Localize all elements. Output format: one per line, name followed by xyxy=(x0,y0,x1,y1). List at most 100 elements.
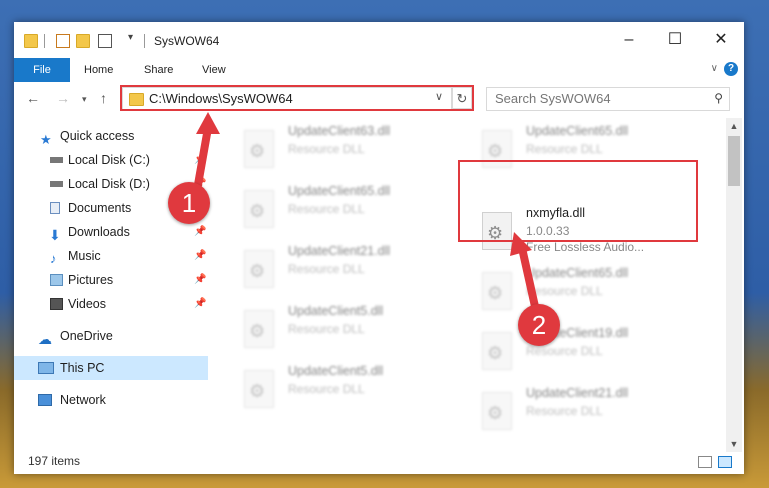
search-placeholder: Search SysWOW64 xyxy=(495,91,611,106)
file-type: Resource DLL xyxy=(526,344,603,358)
sidebar-item-downloads[interactable]: ⬇ Downloads 📌 xyxy=(14,220,208,244)
address-highlight-box xyxy=(120,85,474,111)
file-type: Resource DLL xyxy=(288,262,365,276)
computer-icon xyxy=(38,362,54,374)
sidebar-item-quick-access[interactable]: ★ Quick access xyxy=(14,124,208,148)
maximize-button[interactable]: ☐ xyxy=(652,22,698,58)
up-button[interactable]: ↑ xyxy=(100,90,107,106)
pin-icon[interactable]: 📌 xyxy=(194,292,206,316)
window-title: SysWOW64 xyxy=(154,34,220,48)
help-icon[interactable]: ? xyxy=(724,62,738,76)
network-icon xyxy=(38,394,52,406)
dll-file-icon: ⚙ xyxy=(244,250,274,288)
cloud-icon: ☁ xyxy=(38,331,52,347)
separator xyxy=(44,34,45,48)
separator xyxy=(144,34,145,48)
tab-home[interactable]: Home xyxy=(84,58,113,82)
dll-file-icon: ⚙ xyxy=(244,190,274,228)
file-item[interactable]: ⚙ UpdateClient21.dll Resource DLL xyxy=(236,242,446,294)
file-name: UpdateClient65.dll xyxy=(288,184,391,198)
dll-file-icon: ⚙ xyxy=(244,370,274,408)
file-name: UpdateClient21.dll xyxy=(288,244,391,258)
tab-share[interactable]: Share xyxy=(144,58,173,82)
star-icon: ★ xyxy=(40,132,52,147)
file-item[interactable]: ⚙ UpdateClient21.dll Resource DLL xyxy=(474,384,684,436)
folder-icon xyxy=(24,34,38,48)
search-icon: ⚲ xyxy=(714,91,723,105)
file-type: Resource DLL xyxy=(526,284,603,298)
file-description: Free Lossless Audio... xyxy=(526,240,645,254)
tab-view[interactable]: View xyxy=(202,58,226,82)
item-count: 197 items xyxy=(28,454,81,468)
file-type: Resource DLL xyxy=(526,142,603,156)
music-icon: ♪ xyxy=(50,251,57,266)
file-name: UpdateClient21.dll xyxy=(526,386,629,400)
sidebar-item-label: Local Disk (C:) xyxy=(68,153,150,167)
search-input[interactable]: Search SysWOW64 ⚲ xyxy=(486,87,730,111)
sidebar-item-label: Music xyxy=(68,249,101,263)
file-item[interactable]: ⚙ UpdateClient19.dll Resource DLL xyxy=(474,324,684,376)
file-name: UpdateClient5.dll xyxy=(288,304,384,318)
sidebar-item-label: This PC xyxy=(60,361,105,375)
sidebar-item-pictures[interactable]: Pictures 📌 xyxy=(14,268,208,292)
sidebar-item-onedrive[interactable]: ☁ OneDrive xyxy=(14,324,208,348)
sidebar-item-label: Documents xyxy=(68,201,132,215)
minimize-button[interactable]: – xyxy=(606,22,652,58)
new-folder-icon[interactable] xyxy=(76,34,90,48)
sidebar-item-this-pc[interactable]: This PC xyxy=(14,356,208,380)
details-view-icon[interactable] xyxy=(698,456,712,468)
tab-file[interactable]: File xyxy=(14,58,70,82)
sidebar-item-label: Downloads xyxy=(68,225,130,239)
ribbon: File Home Share View ∨ ? xyxy=(14,58,744,83)
drive-icon xyxy=(50,181,63,187)
status-bar: 197 items xyxy=(14,452,744,474)
close-button[interactable]: ✕ xyxy=(698,22,744,58)
videos-icon xyxy=(50,298,63,310)
step-badge-two: 2 xyxy=(518,304,560,346)
navigation-bar: ← → ▾ ↑ C:\Windows\SysWOW64 ∨ ↻ Search S… xyxy=(14,82,744,118)
dll-file-icon: ⚙ xyxy=(482,332,512,370)
scroll-thumb[interactable] xyxy=(728,136,740,186)
file-type: Resource DLL xyxy=(288,142,365,156)
title-bar: ▾ SysWOW64 – ☐ ✕ xyxy=(14,22,744,58)
file-item[interactable]: ⚙ UpdateClient63.dll Resource DLL xyxy=(236,122,446,174)
sidebar-item-local-disk-c[interactable]: Local Disk (C:) 📌 xyxy=(14,148,208,172)
sidebar-item-label: OneDrive xyxy=(60,329,113,343)
dll-file-icon: ⚙ xyxy=(244,130,274,168)
scroll-down-icon[interactable]: ▼ xyxy=(726,436,742,452)
sidebar-item-videos[interactable]: Videos 📌 xyxy=(14,292,208,316)
dll-file-icon: ⚙ xyxy=(244,310,274,348)
file-item[interactable]: ⚙ UpdateClient65.dll Resource DLL xyxy=(474,264,684,316)
file-item[interactable]: ⚙ UpdateClient65.dll Resource DLL xyxy=(236,182,446,234)
ribbon-expand-icon[interactable]: ∨ xyxy=(711,63,718,74)
pin-icon[interactable]: 📌 xyxy=(194,268,206,292)
step-badge-one: 1 xyxy=(168,182,210,224)
sidebar-item-network[interactable]: Network xyxy=(14,388,208,412)
sidebar-item-label: Local Disk (D:) xyxy=(68,177,150,191)
file-item[interactable]: ⚙ UpdateClient5.dll Resource DLL xyxy=(236,302,446,354)
sidebar-item-label: Pictures xyxy=(68,273,114,287)
pictures-icon xyxy=(50,274,63,286)
forward-button[interactable]: → xyxy=(56,90,70,106)
dll-file-icon: ⚙ xyxy=(482,392,512,430)
large-icons-view-icon[interactable] xyxy=(718,456,732,468)
download-arrow-icon: ⬇ xyxy=(49,227,61,243)
properties-icon[interactable] xyxy=(56,34,70,48)
file-type: Resource DLL xyxy=(288,382,365,396)
dropdown-arrow-icon[interactable]: ▾ xyxy=(128,32,133,43)
back-button[interactable]: ← xyxy=(26,90,40,106)
pin-icon[interactable]: 📌 xyxy=(194,220,206,244)
sidebar-item-music[interactable]: ♪ Music 📌 xyxy=(14,244,208,268)
file-type: Resource DLL xyxy=(288,322,365,336)
recent-locations-icon[interactable]: ▾ xyxy=(82,94,87,105)
sidebar-item-label: Network xyxy=(60,393,106,407)
customize-toolbar-icon[interactable] xyxy=(98,34,112,48)
file-item[interactable]: ⚙ UpdateClient5.dll Resource DLL xyxy=(236,362,446,414)
explorer-window: ▾ SysWOW64 – ☐ ✕ File Home Share View ∨ … xyxy=(14,22,744,474)
file-name: UpdateClient65.dll xyxy=(526,124,629,138)
pin-icon[interactable]: 📌 xyxy=(194,244,206,268)
vertical-scrollbar[interactable]: ▲ ▼ xyxy=(726,118,742,452)
dll-file-icon: ⚙ xyxy=(482,272,512,310)
pin-icon[interactable]: 📌 xyxy=(194,148,206,172)
scroll-up-icon[interactable]: ▲ xyxy=(726,118,742,134)
